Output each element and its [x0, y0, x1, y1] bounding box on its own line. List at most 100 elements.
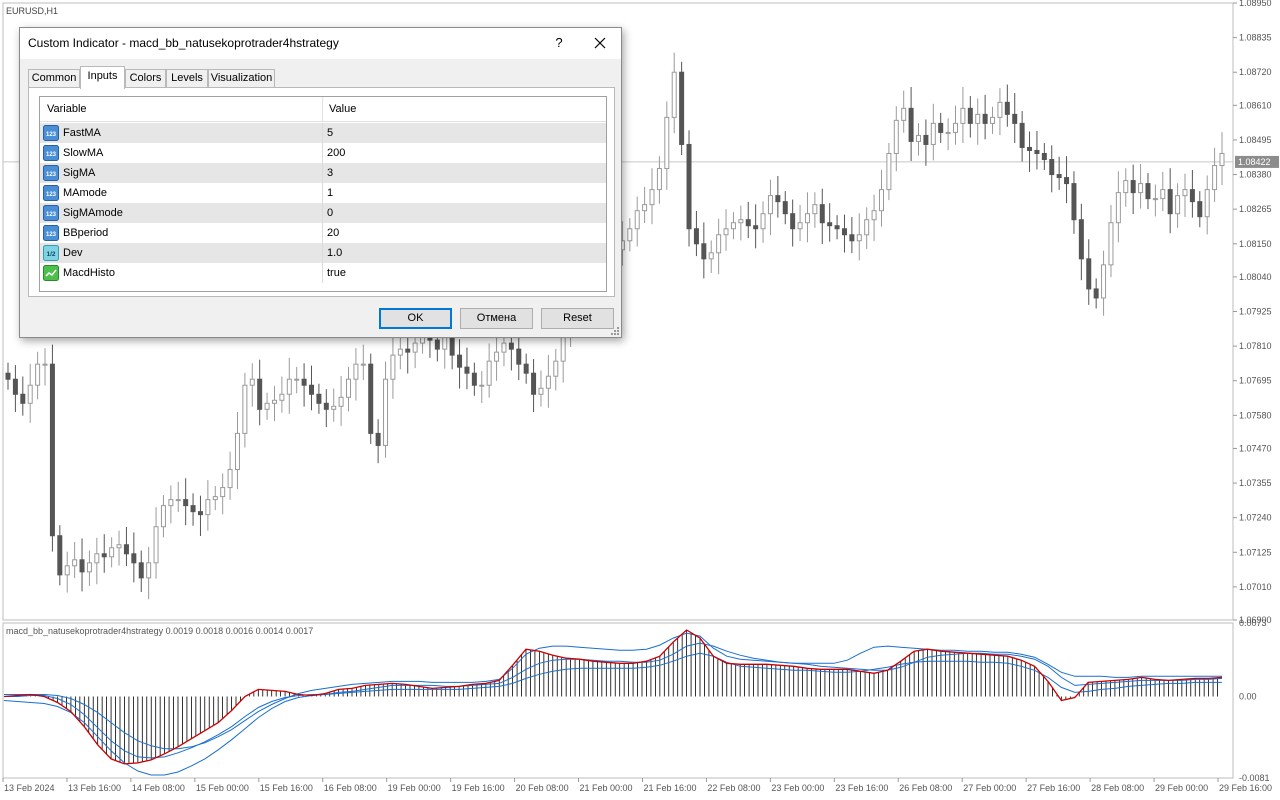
input-name: SlowMA: [63, 147, 104, 159]
cancel-button[interactable]: Отмена: [460, 308, 533, 329]
candle-body: [501, 342, 507, 353]
candle-body: [57, 535, 63, 576]
candle-body: [819, 204, 825, 224]
candle-body: [412, 342, 418, 353]
input-value[interactable]: 1.0: [327, 247, 342, 259]
dialog-titlebar[interactable]: Custom Indicator - macd_bb_natusekoprotr…: [20, 28, 621, 59]
candle-body: [294, 378, 300, 381]
candle-body: [856, 234, 862, 242]
candle-body: [679, 71, 685, 145]
candle-body: [72, 559, 78, 567]
candle-body: [871, 210, 877, 221]
tab-common[interactable]: Common: [28, 69, 80, 88]
input-row-slowma[interactable]: 123 SlowMA 200: [40, 143, 606, 163]
input-name: BBperiod: [63, 227, 109, 239]
candle-body: [908, 107, 914, 142]
input-value[interactable]: 5: [327, 127, 333, 139]
candle-body: [841, 228, 847, 236]
candle-body: [346, 378, 352, 398]
input-value[interactable]: true: [327, 267, 346, 279]
candle-body: [693, 228, 699, 245]
cell-divider: [322, 143, 323, 163]
help-button[interactable]: ?: [547, 31, 571, 55]
inputs-table[interactable]: Variable Value 123 FastMA 5 123 SlowMA 200 123…: [39, 96, 607, 292]
price-axis-label: 1.08610: [1239, 100, 1272, 110]
candle-body: [471, 372, 477, 386]
input-value[interactable]: 1: [327, 187, 333, 199]
candle-body: [271, 399, 277, 404]
indicator-axis-label: -0.0081: [1239, 773, 1270, 783]
column-variable[interactable]: Variable: [47, 103, 87, 115]
candle-body: [878, 189, 884, 212]
candle-body: [316, 393, 322, 404]
close-button[interactable]: [586, 31, 614, 55]
svg-text:123: 123: [46, 192, 57, 198]
input-row-fastma[interactable]: 123 FastMA 5: [40, 123, 606, 143]
tab-visualization[interactable]: Visualization: [208, 69, 275, 88]
candle-body: [767, 195, 773, 215]
price-axis-label: 1.07580: [1239, 410, 1272, 420]
candle-body: [701, 243, 707, 260]
resize-grip-icon[interactable]: [611, 327, 619, 335]
tab-colors[interactable]: Colors: [125, 69, 166, 88]
candle-body: [264, 402, 270, 410]
candle-body: [279, 393, 285, 401]
ok-button[interactable]: OK: [379, 308, 452, 329]
input-row-mamode[interactable]: 123 MAmode 1: [40, 183, 606, 203]
candle-body: [1071, 183, 1077, 221]
column-value[interactable]: Value: [329, 103, 356, 115]
indicator-label: macd_bb_natusekoprotrader4hstrategy 0.00…: [6, 626, 313, 636]
candle-body: [42, 363, 48, 366]
candle-body: [916, 134, 921, 142]
svg-text:123: 123: [46, 132, 57, 138]
input-name: SigMAmode: [63, 207, 123, 219]
input-value[interactable]: 0: [327, 207, 333, 219]
candle-body: [220, 487, 226, 498]
price-axis-label: 1.08950: [1239, 0, 1272, 8]
candle-body: [760, 213, 766, 230]
candle-body: [708, 252, 714, 260]
input-row-sigma[interactable]: 123 SigMA 3: [40, 163, 606, 183]
input-value[interactable]: 20: [327, 227, 339, 239]
time-axis-label: 19 Feb 00:00: [388, 783, 441, 793]
candle-body: [864, 219, 870, 236]
candle-body: [153, 526, 159, 564]
price-axis-label: 1.07810: [1239, 341, 1272, 351]
input-name: FastMA: [63, 127, 101, 139]
candle-body: [1115, 192, 1121, 224]
tab-inputs[interactable]: Inputs: [80, 66, 125, 89]
candle-body: [1189, 189, 1195, 203]
candle-body: [923, 134, 929, 145]
dialog-tabs: Common Inputs Colors Levels Visualizatio…: [28, 66, 608, 89]
column-divider[interactable]: [322, 97, 323, 122]
reset-button[interactable]: Reset: [541, 308, 614, 329]
double-icon: 1/2: [43, 245, 59, 261]
input-row-bbperiod[interactable]: 123 BBperiod 20: [40, 223, 606, 243]
candle-body: [797, 222, 803, 230]
input-row-macdhisto[interactable]: MacdHisto true: [40, 263, 606, 283]
input-value[interactable]: 200: [327, 147, 345, 159]
candle-body: [234, 432, 240, 471]
candle-body: [753, 225, 759, 230]
tab-levels[interactable]: Levels: [166, 69, 208, 88]
time-axis-label: 20 Feb 08:00: [516, 783, 569, 793]
time-axis-label: 15 Feb 00:00: [196, 783, 249, 793]
time-axis-label: 16 Feb 08:00: [324, 783, 377, 793]
candle-body: [168, 499, 174, 507]
candle-body: [886, 152, 892, 191]
candle-body: [1012, 113, 1018, 124]
integer-icon: 123: [43, 125, 59, 141]
candle-body: [64, 565, 70, 576]
candle-body: [975, 113, 981, 124]
candle-body: [1027, 146, 1033, 151]
candle-body: [1212, 165, 1218, 191]
candle-body: [1167, 189, 1173, 215]
candle-body: [257, 378, 263, 410]
candle-body: [990, 116, 996, 124]
input-value[interactable]: 3: [327, 167, 333, 179]
candle-body: [49, 363, 55, 537]
price-axis-label: 1.08150: [1239, 239, 1272, 249]
input-row-dev[interactable]: 1/2 Dev 1.0: [40, 243, 606, 263]
input-row-sigmamode[interactable]: 123 SigMAmode 0: [40, 203, 606, 223]
candle-body: [331, 405, 337, 410]
